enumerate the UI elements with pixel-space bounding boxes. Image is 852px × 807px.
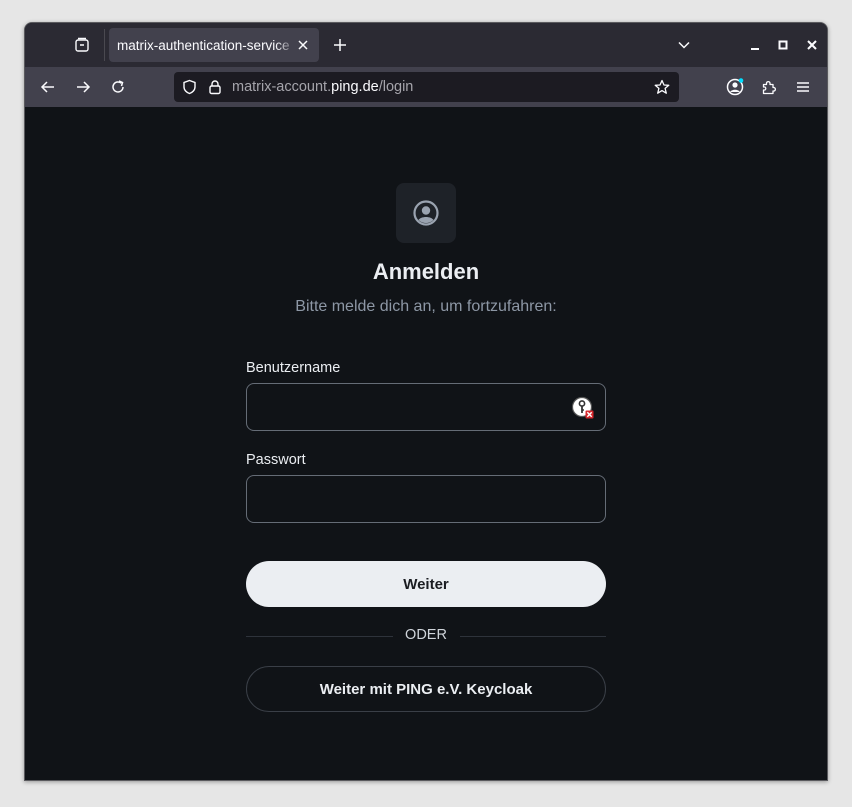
close-window-icon[interactable]: [803, 36, 821, 54]
firefox-view-icon[interactable]: [71, 34, 93, 56]
lock-icon[interactable]: [206, 78, 224, 96]
shield-icon[interactable]: [180, 78, 198, 96]
reload-icon[interactable]: [106, 75, 130, 99]
tab-title: matrix-authentication-service: [117, 37, 290, 53]
divider-or-text: ODER: [405, 627, 447, 643]
url-domain: ping.de: [331, 79, 379, 95]
bookmark-star-icon[interactable]: [653, 78, 671, 96]
user-circle-icon: [413, 200, 439, 226]
minimize-icon[interactable]: [746, 36, 764, 54]
page-content: Anmelden Bitte melde dich an, um fortzuf…: [25, 107, 827, 780]
extensions-puzzle-icon[interactable]: [757, 75, 781, 99]
username-field[interactable]: [246, 383, 606, 431]
tab-separator: [104, 29, 105, 61]
close-tab-icon[interactable]: [294, 36, 312, 54]
back-arrow-left-icon[interactable]: [36, 75, 60, 99]
url-path: /login: [378, 79, 414, 95]
url-bar[interactable]: matrix-account.ping.de/login: [174, 72, 679, 102]
password-manager-key-icon[interactable]: [571, 396, 595, 420]
password-label: Passwort: [246, 452, 306, 468]
account-icon[interactable]: [723, 75, 747, 99]
forward-arrow-right-icon[interactable]: [71, 75, 95, 99]
browser-window: matrix-authentication-service matrix-acc…: [24, 22, 828, 781]
tab-active[interactable]: matrix-authentication-service: [109, 28, 319, 62]
url-text[interactable]: matrix-account.ping.de/login: [232, 79, 413, 95]
user-avatar-icon-box: [396, 183, 456, 243]
page-title: Anmelden: [372, 259, 480, 284]
continue-button[interactable]: Weiter: [246, 561, 606, 607]
url-prefix: matrix-account.: [232, 79, 332, 95]
maximize-icon[interactable]: [774, 36, 792, 54]
password-field[interactable]: [246, 475, 606, 523]
navigation-toolbar: matrix-account.ping.de/login: [25, 67, 827, 107]
page-subtitle: Bitte melde dich an, um fortzufahren:: [295, 298, 557, 315]
username-input[interactable]: [247, 384, 605, 430]
password-input[interactable]: [247, 476, 605, 522]
divider-line-right: [460, 636, 606, 637]
new-tab-plus-icon[interactable]: [329, 34, 351, 56]
username-label: Benutzername: [246, 360, 341, 376]
tab-list-chevron-down-icon[interactable]: [673, 34, 695, 56]
sso-keycloak-button[interactable]: Weiter mit PING e.V. Keycloak: [246, 666, 606, 712]
tab-bar: matrix-authentication-service: [25, 23, 827, 67]
menu-hamburger-icon[interactable]: [791, 75, 815, 99]
